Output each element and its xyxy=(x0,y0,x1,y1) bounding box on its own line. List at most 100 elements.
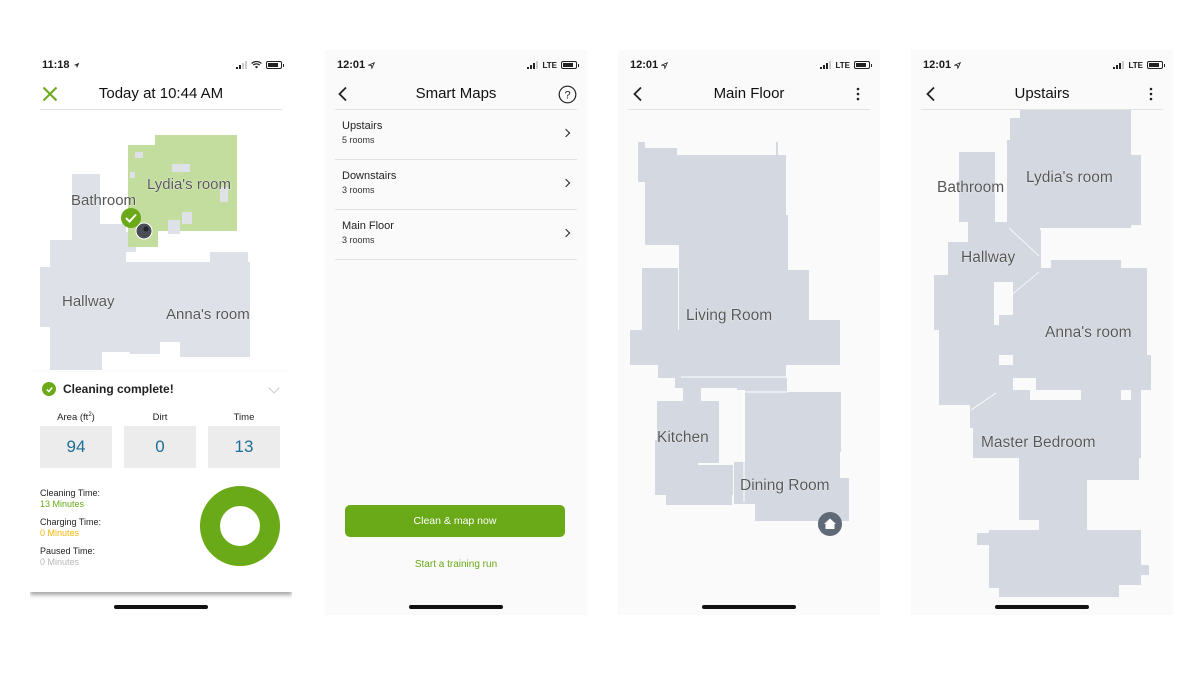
back-button[interactable] xyxy=(626,82,650,106)
stats-row: Area (ft2) 94 Dirt 0 Time 13 xyxy=(40,412,280,469)
stat-area: Area (ft2) 94 xyxy=(40,412,112,469)
room-label-lydias-room: Lydia's room xyxy=(147,176,231,193)
page-title: Main Floor xyxy=(713,85,785,102)
back-icon xyxy=(926,86,935,102)
home-indicator[interactable] xyxy=(995,605,1089,609)
map-floor xyxy=(630,142,849,528)
cleaning-time-value: 13 Minutes xyxy=(40,499,85,509)
status-bar: 12:01 LTE xyxy=(628,58,872,72)
map-list: Upstairs 5 rooms Downstairs 3 rooms Main… xyxy=(335,110,577,260)
location-arrow-icon xyxy=(954,61,962,69)
paused-time-label: Paused Time: xyxy=(40,546,96,556)
robot-icon xyxy=(135,222,153,240)
stat-value: 13 xyxy=(208,426,280,468)
map-name: Upstairs xyxy=(342,120,383,132)
page-title: Upstairs xyxy=(1014,85,1070,102)
map-list-item-upstairs[interactable]: Upstairs 5 rooms xyxy=(335,110,577,160)
status-time: 11:18 xyxy=(42,59,70,71)
cleaning-time-label: Cleaning Time: xyxy=(40,488,101,498)
battery-icon xyxy=(266,61,284,69)
room-label-annas-room: Anna's room xyxy=(166,306,250,323)
start-training-run-link[interactable]: Start a training run xyxy=(325,559,587,570)
network-type: LTE xyxy=(1128,60,1143,70)
home-indicator[interactable] xyxy=(114,605,208,609)
clean-and-map-now-button[interactable]: Clean & map now xyxy=(345,505,565,537)
battery-icon xyxy=(854,61,872,69)
room-label-kitchen: Kitchen xyxy=(657,429,709,446)
help-button[interactable]: ? xyxy=(555,82,579,106)
signal-icon xyxy=(527,61,539,69)
room-label-lydias-room: Lydia's room xyxy=(1026,169,1113,186)
more-options-button[interactable] xyxy=(846,82,870,106)
header: Today at 10:44 AM xyxy=(40,78,282,110)
location-arrow-icon xyxy=(661,61,669,69)
signal-icon xyxy=(1113,61,1125,69)
cleaning-map[interactable]: Lydia's room Bathroom Hallway Anna's roo… xyxy=(30,112,292,370)
charging-time-value: 0 Minutes xyxy=(40,528,80,538)
room-label-master-bedroom: Master Bedroom xyxy=(981,434,1096,451)
map-list-item-main-floor[interactable]: Main Floor 3 rooms xyxy=(335,210,577,260)
room-label-bathroom: Bathroom xyxy=(71,192,136,209)
time-donut-chart xyxy=(200,486,280,566)
home-indicator[interactable] xyxy=(409,605,503,609)
cleaning-status-row[interactable]: Cleaning complete! xyxy=(42,382,280,396)
chevron-down-icon[interactable] xyxy=(268,382,280,394)
stat-dirt: Dirt 0 xyxy=(124,412,196,468)
phone-screen-main-floor: 12:01 LTE Main Floor Living Room Kitchen… xyxy=(618,50,880,615)
page-title: Today at 10:44 AM xyxy=(98,85,224,102)
status-bar: 11:18 xyxy=(40,58,284,72)
location-arrow-icon xyxy=(73,62,79,68)
location-arrow-icon xyxy=(368,61,376,69)
back-button[interactable] xyxy=(919,82,943,106)
signal-icon xyxy=(236,61,247,69)
phone-screen-upstairs: 12:01 LTE Upstairs Bathroom Lydia's room… xyxy=(911,50,1173,615)
map-room-count: 5 rooms xyxy=(342,135,375,145)
more-options-button[interactable] xyxy=(1139,82,1163,106)
map-room-count: 3 rooms xyxy=(342,185,375,195)
room-label-annas-room: Anna's room xyxy=(1045,324,1132,341)
more-vertical-icon xyxy=(1149,87,1153,101)
cleaning-summary-card: Cleaning complete! Area (ft2) 94 Dirt 0 … xyxy=(30,372,292,592)
back-button[interactable] xyxy=(331,82,355,106)
time-breakdown: Cleaning Time: 13 Minutes Charging Time: 0… xyxy=(40,488,101,575)
paused-time-value: 0 Minutes xyxy=(40,557,80,567)
room-label-bathroom: Bathroom xyxy=(937,179,1004,196)
page-title: Smart Maps xyxy=(415,85,497,102)
header: Main Floor xyxy=(628,78,870,110)
home-indicator[interactable] xyxy=(702,605,796,609)
map-name: Main Floor xyxy=(342,220,394,232)
home-base-icon[interactable] xyxy=(818,512,842,536)
stat-label: Area (ft2) xyxy=(57,412,95,424)
signal-icon xyxy=(820,61,832,69)
stat-time: Time 13 xyxy=(208,412,280,468)
more-vertical-icon xyxy=(856,87,860,101)
header: Smart Maps ? xyxy=(335,78,577,110)
network-type: LTE xyxy=(835,60,850,70)
stat-value: 0 xyxy=(124,426,196,468)
status-time: 12:01 xyxy=(337,59,366,71)
status-time: 12:01 xyxy=(923,59,952,71)
check-circle-icon xyxy=(42,382,56,396)
back-icon xyxy=(338,86,347,102)
close-icon xyxy=(42,86,58,102)
stat-label: Dirt xyxy=(152,412,168,423)
map-name: Downstairs xyxy=(342,170,397,182)
room-label-living-room: Living Room xyxy=(686,307,772,324)
back-icon xyxy=(633,86,642,102)
status-time: 12:01 xyxy=(630,59,659,71)
map-list-item-downstairs[interactable]: Downstairs 3 rooms xyxy=(335,160,577,210)
cleaning-status-text: Cleaning complete! xyxy=(63,382,174,396)
close-button[interactable] xyxy=(38,82,62,106)
upstairs-map[interactable]: Bathroom Lydia's room Hallway Anna's roo… xyxy=(911,110,1173,600)
battery-icon xyxy=(1147,61,1165,69)
room-label-dining-room: Dining Room xyxy=(740,477,830,494)
room-label-hallway: Hallway xyxy=(961,249,1016,266)
room-label-hallway: Hallway xyxy=(62,293,115,310)
wifi-icon xyxy=(251,61,262,69)
main-floor-map[interactable]: Living Room Kitchen Dining Room xyxy=(618,110,880,600)
battery-icon xyxy=(561,61,579,69)
stat-value: 94 xyxy=(40,426,112,469)
svg-text:?: ? xyxy=(564,89,570,101)
stat-label: Time xyxy=(233,412,255,423)
status-bar: 12:01 LTE xyxy=(335,58,579,72)
